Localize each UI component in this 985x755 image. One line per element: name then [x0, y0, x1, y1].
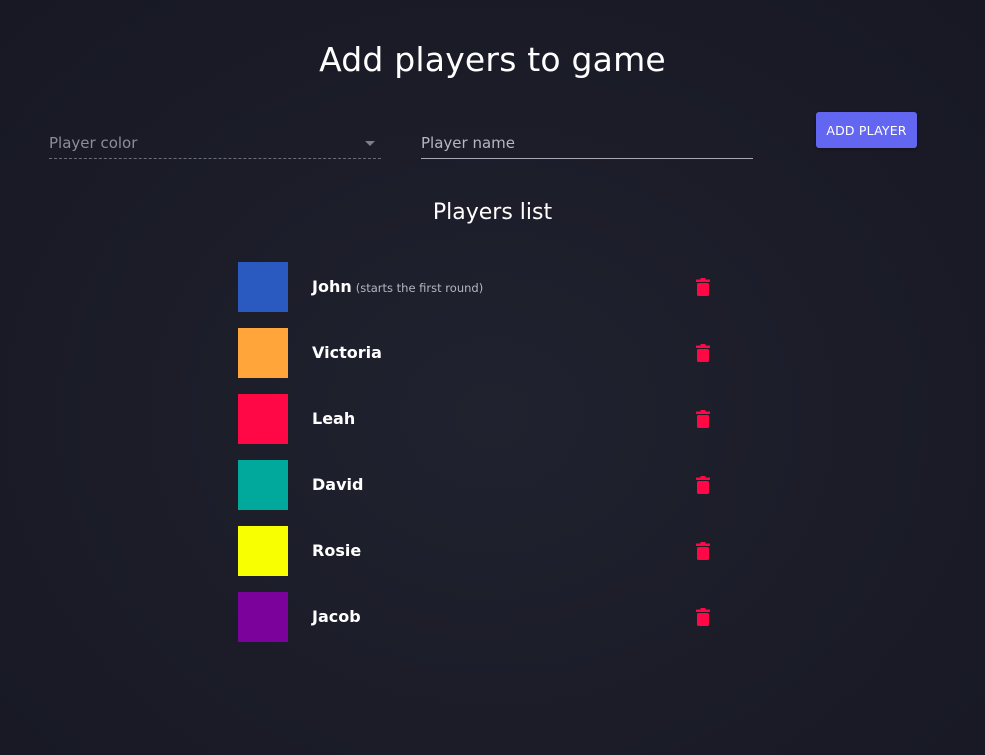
trash-icon — [696, 476, 710, 494]
player-color-swatch — [238, 262, 288, 312]
players-list: John (starts the first round) Victoria Le… — [238, 262, 738, 658]
player-name: Leah — [312, 409, 356, 428]
trash-icon — [696, 410, 710, 428]
trash-icon — [696, 278, 710, 296]
delete-player-button[interactable] — [690, 274, 716, 300]
player-note: (starts the first round) — [355, 281, 484, 295]
player-color-swatch — [238, 460, 288, 510]
trash-icon — [696, 608, 710, 626]
delete-player-button[interactable] — [690, 340, 716, 366]
player-row: David — [238, 460, 738, 510]
player-row: Jacob — [238, 592, 738, 642]
players-list-title: Players list — [432, 200, 553, 225]
player-name: Jacob — [312, 607, 361, 626]
player-name: David — [312, 475, 364, 494]
trash-icon — [696, 344, 710, 362]
player-color-swatch — [238, 526, 288, 576]
delete-player-button[interactable] — [690, 406, 716, 432]
player-color-select[interactable]: Player color — [49, 128, 381, 159]
player-name-input[interactable]: Player name — [421, 128, 753, 159]
player-color-swatch — [238, 592, 288, 642]
player-name-label: Player name — [421, 134, 515, 152]
player-name: Victoria — [312, 343, 382, 362]
delete-player-button[interactable] — [690, 604, 716, 630]
delete-player-button[interactable] — [690, 538, 716, 564]
player-row: Rosie — [238, 526, 738, 576]
player-color-swatch — [238, 394, 288, 444]
delete-player-button[interactable] — [690, 472, 716, 498]
player-name: Rosie — [312, 541, 362, 560]
player-row: Victoria — [238, 328, 738, 378]
player-color-swatch — [238, 328, 288, 378]
player-row: Leah — [238, 394, 738, 444]
add-player-button[interactable]: ADD PLAYER — [816, 112, 917, 148]
player-color-label: Player color — [49, 134, 138, 152]
player-row: John (starts the first round) — [238, 262, 738, 312]
player-name: John — [312, 277, 352, 296]
page-title: Add players to game — [319, 40, 666, 79]
trash-icon — [696, 542, 710, 560]
chevron-down-icon[interactable] — [365, 141, 375, 146]
